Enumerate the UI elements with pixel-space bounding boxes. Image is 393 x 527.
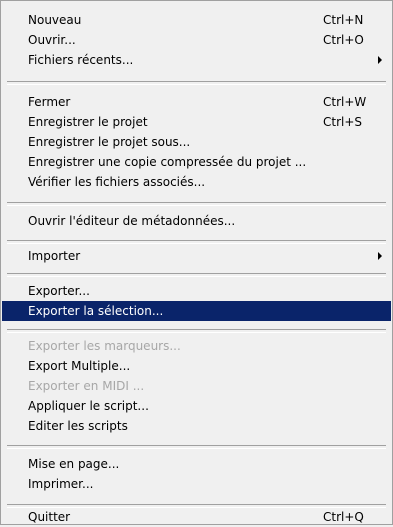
menu-item-exporter-marqueurs: Exporter les marqueurs... <box>2 336 391 356</box>
menu-item-label: Quitter <box>28 510 71 524</box>
menu-item-quitter[interactable]: Quitter Ctrl+Q <box>2 507 391 527</box>
menu-item-fichiers-recents[interactable]: Fichiers récents... <box>2 50 391 70</box>
menu-separator <box>7 81 386 85</box>
menu-item-label: Ouvrir l'éditeur de métadonnées... <box>28 214 236 228</box>
menu-item-importer[interactable]: Importer <box>2 246 391 266</box>
menu-item-appliquer-script[interactable]: Appliquer le script... <box>2 396 391 416</box>
menu-item-label: Enregistrer le projet <box>28 115 148 129</box>
menu-separator <box>7 240 386 244</box>
menu-item-label: Exporter les marqueurs... <box>28 339 181 353</box>
menu-item-label: Exporter la sélection... <box>28 304 164 318</box>
menu-item-label: Imprimer... <box>28 477 94 491</box>
menu-item-label: Importer <box>28 249 81 263</box>
menu-item-label: Mise en page... <box>28 457 120 471</box>
menu-item-verifier[interactable]: Vérifier les fichiers associés... <box>2 172 391 192</box>
menu-item-shortcut: Ctrl+S <box>323 115 363 129</box>
menu-item-editer-scripts[interactable]: Editer les scripts <box>2 416 391 436</box>
menu-item-nouveau[interactable]: Nouveau Ctrl+N <box>2 10 391 30</box>
menu-item-label: Ouvrir... <box>28 33 76 47</box>
menu-item-exporter-selection[interactable]: Exporter la sélection... <box>2 301 391 321</box>
menu-item-label: Appliquer le script... <box>28 399 149 413</box>
menu-separator <box>7 329 386 333</box>
menu-item-fermer[interactable]: Fermer Ctrl+W <box>2 92 391 112</box>
menu-item-label: Editer les scripts <box>28 419 128 433</box>
menu-item-exporter[interactable]: Exporter... <box>2 281 391 301</box>
menu-item-enregistrer[interactable]: Enregistrer le projet Ctrl+S <box>2 112 391 132</box>
menu-item-enregistrer-sous[interactable]: Enregistrer le projet sous... <box>2 132 391 152</box>
menu-item-label: Exporter... <box>28 284 90 298</box>
menu-item-label: Exporter en MIDI ... <box>28 379 145 393</box>
menu-item-label: Fichiers récents... <box>28 53 134 67</box>
submenu-arrow-icon <box>378 56 382 64</box>
menu-item-shortcut: Ctrl+Q <box>323 510 364 524</box>
menu-item-label: Nouveau <box>28 13 82 27</box>
menu-item-label: Vérifier les fichiers associés... <box>28 175 206 189</box>
menu-item-label: Fermer <box>28 95 71 109</box>
menu-item-mise-en-page[interactable]: Mise en page... <box>2 454 391 474</box>
menu-item-export-multiple[interactable]: Export Multiple... <box>2 356 391 376</box>
menu-item-shortcut: Ctrl+W <box>323 95 367 109</box>
menu-item-label: Export Multiple... <box>28 359 131 373</box>
menu-item-shortcut: Ctrl+O <box>323 33 364 47</box>
file-menu: Nouveau Ctrl+N Ouvrir... Ctrl+O Fichiers… <box>0 0 393 525</box>
menu-item-enregistrer-copie[interactable]: Enregistrer une copie compressée du proj… <box>2 152 391 172</box>
menu-item-exporter-midi: Exporter en MIDI ... <box>2 376 391 396</box>
menu-item-imprimer[interactable]: Imprimer... <box>2 474 391 494</box>
menu-item-editeur-metadonnees[interactable]: Ouvrir l'éditeur de métadonnées... <box>2 211 391 231</box>
menu-separator <box>7 273 386 277</box>
menu-item-shortcut: Ctrl+N <box>323 13 364 27</box>
menu-separator <box>7 202 386 206</box>
menu-item-label: Enregistrer une copie compressée du proj… <box>28 155 307 169</box>
menu-item-label: Enregistrer le projet sous... <box>28 135 191 149</box>
menu-item-ouvrir[interactable]: Ouvrir... Ctrl+O <box>2 30 391 50</box>
menu-separator <box>7 445 386 449</box>
submenu-arrow-icon <box>378 252 382 260</box>
